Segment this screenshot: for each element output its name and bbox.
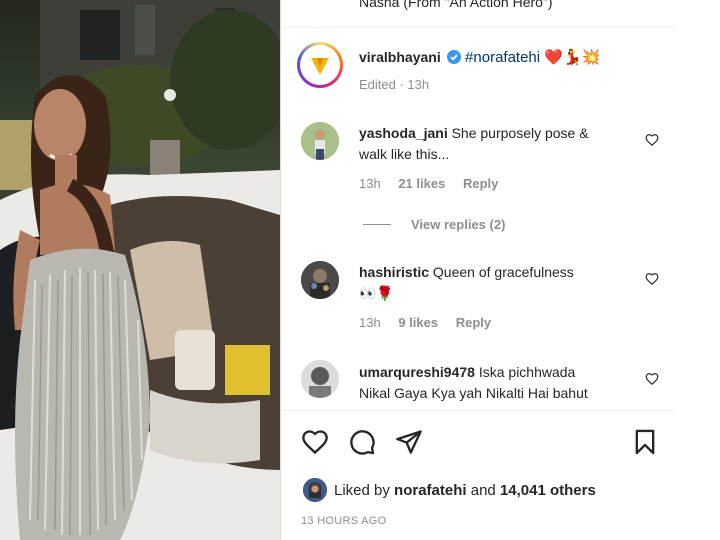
comment-text-line1: Queen of gracefulness — [432, 264, 574, 280]
author-avatar[interactable] — [297, 42, 343, 88]
liked-by-line: Liked by norafatehi and 14,041 others — [334, 482, 596, 499]
commenter-avatar[interactable] — [301, 360, 339, 398]
comment-likes[interactable]: 9 likes — [398, 315, 438, 330]
liked-by-avatar[interactable] — [303, 478, 327, 502]
commenter-avatar[interactable] — [301, 261, 339, 299]
divider — [281, 27, 677, 28]
viral-bhayani-logo — [304, 49, 336, 81]
page-gutter — [676, 0, 720, 540]
comment-text-line1: She purposely pose & — [451, 125, 589, 141]
divider — [281, 410, 677, 411]
commenter-avatar[interactable] — [301, 122, 339, 160]
like-button[interactable] — [301, 428, 329, 456]
heart-outline-icon — [302, 430, 328, 455]
post-timestamp[interactable]: 13 HOURS AGO — [301, 515, 387, 527]
post-media-video[interactable] — [0, 0, 280, 540]
comment-likes[interactable]: 21 likes — [398, 176, 445, 191]
comment-body: yashoda_jani She purposely pose & walk l… — [359, 123, 629, 165]
comment-username[interactable]: hashiristic — [359, 264, 429, 280]
liked-by-others[interactable]: 14,041 others — [500, 482, 596, 499]
comment-username[interactable]: umarqureshi9478 — [359, 364, 475, 380]
share-button[interactable] — [395, 428, 423, 456]
heart-small-icon[interactable] — [645, 272, 659, 286]
heart-small-icon[interactable] — [645, 133, 659, 147]
reply-button[interactable]: Reply — [456, 315, 491, 330]
view-replies-button[interactable]: View replies (2) — [411, 217, 505, 232]
reply-button[interactable]: Reply — [463, 176, 498, 191]
edited-meta: Edited · 13h — [359, 77, 430, 92]
comment-time: 13h — [359, 315, 381, 330]
comment-text-line2: walk like this... — [359, 146, 450, 162]
comment-meta: 13h 9 likes Reply — [359, 315, 491, 330]
comment-text-line1: Iska pichhwada — [478, 364, 576, 380]
verified-badge-icon — [446, 50, 461, 68]
liked-by-and: and — [470, 482, 496, 499]
caption-hashtag[interactable]: #norafatehi — [465, 49, 540, 66]
previous-caption-fragment: Nasha (From "An Action Hero") — [359, 0, 553, 10]
liked-by-prefix: Liked by — [334, 482, 390, 499]
view-replies-line — [363, 224, 391, 225]
comment-time: 13h — [359, 176, 381, 191]
comment-button[interactable] — [348, 428, 376, 456]
caption-emojis: ❤️💃💥 — [544, 49, 601, 66]
bookmark-icon — [635, 429, 655, 455]
caption-line: viralbhayani #norafatehi ❤️💃💥 — [359, 48, 600, 68]
comment-username[interactable]: yashoda_jani — [359, 125, 448, 141]
save-button[interactable] — [631, 428, 659, 456]
paper-plane-icon — [396, 430, 422, 454]
comment-text-line2: Nikal Gaya Kya yah Nikalti Hai bahut — [359, 385, 588, 401]
comment-body: umarqureshi9478 Iska pichhwada Nikal Gay… — [359, 362, 649, 404]
comments-panel: Nasha (From "An Action Hero") viralbhaya… — [280, 0, 677, 540]
comment-text-line2: 👀🌹 — [359, 285, 394, 301]
liked-by-user[interactable]: norafatehi — [394, 482, 467, 499]
video-frame-illustration — [0, 0, 280, 540]
heart-small-icon[interactable] — [645, 372, 659, 386]
comment-meta: 13h 21 likes Reply — [359, 176, 498, 191]
comment-body: hashiristic Queen of gracefulness 👀🌹 — [359, 262, 629, 304]
author-username[interactable]: viralbhayani — [359, 49, 441, 65]
comment-bubble-icon — [350, 430, 375, 455]
